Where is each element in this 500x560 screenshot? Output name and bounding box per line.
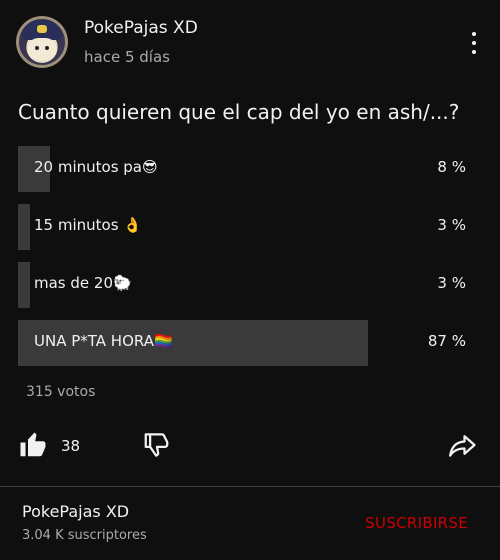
subscribe-button[interactable]: SUSCRIBIRSE — [365, 514, 468, 532]
poll-option-label: mas de 20🐑 — [34, 274, 132, 292]
poll-option-percent: 87 % — [427, 332, 466, 350]
thumbs-up-icon[interactable] — [18, 430, 48, 460]
like-count: 38 — [61, 437, 81, 455]
post-timestamp: hace 5 días — [84, 48, 170, 66]
poll-option-percent: 3 % — [437, 216, 466, 234]
poll-option[interactable]: UNA P*TA HORA🏳️‍🌈 87 % — [18, 320, 476, 366]
poll-option-bar — [18, 204, 30, 250]
avatar-ring — [16, 16, 68, 68]
poll-option[interactable]: 20 minutos pa😎 8 % — [18, 146, 476, 192]
poll-option-label: 15 minutos 👌 — [34, 216, 142, 234]
poll-option[interactable]: mas de 20🐑 3 % — [18, 262, 476, 308]
channel-avatar[interactable] — [16, 16, 68, 68]
vote-count: 315 votos — [26, 384, 96, 400]
poll-option-label: UNA P*TA HORA🏳️‍🌈 — [34, 332, 173, 350]
post-header: PokePajas XD hace 5 días — [16, 16, 484, 72]
poll-question: Cuanto quieren que el cap del yo en ash/… — [18, 100, 460, 124]
footer-channel-name[interactable]: PokePajas XD — [22, 502, 129, 521]
poll-option-bar — [18, 262, 30, 308]
poll-option-percent: 3 % — [437, 274, 466, 292]
more-options-icon[interactable] — [464, 26, 484, 60]
poll-option-label: 20 minutos pa😎 — [34, 158, 158, 176]
share-icon[interactable] — [446, 430, 478, 460]
thumbs-down-icon[interactable] — [142, 430, 172, 460]
action-bar: 38 — [0, 426, 500, 466]
poll-option[interactable]: 15 minutos 👌 3 % — [18, 204, 476, 250]
channel-name[interactable]: PokePajas XD — [84, 18, 198, 38]
subscriber-count: 3.04 K suscriptores — [22, 528, 147, 543]
divider — [0, 486, 500, 487]
poll-option-percent: 8 % — [437, 158, 466, 176]
